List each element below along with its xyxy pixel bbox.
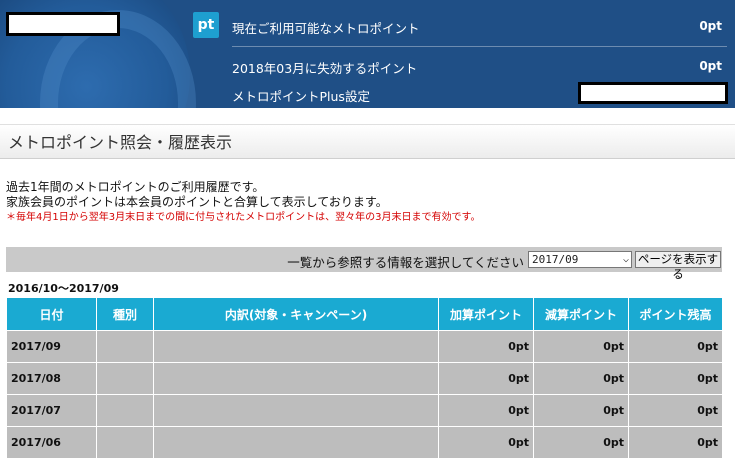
- column-header-date: 日付: [6, 297, 97, 331]
- table-row: 2017/09 0pt 0pt 0pt: [6, 330, 723, 363]
- available-points-value: 0pt: [699, 19, 722, 33]
- cell-date: 2017/08: [6, 362, 97, 395]
- account-header: pt 現在ご利用可能なメトロポイント 0pt 2018年03月に失効するポイント…: [0, 0, 735, 108]
- table-header-row: 日付 種別 内訳(対象・キャンペーン) 加算ポイント 減算ポイント ポイント残高: [6, 297, 723, 331]
- period-selector-label: 一覧から参照する情報を選択してください: [287, 255, 524, 270]
- description-line: 家族会員のポイントは本会員のポイントと合算して表示しております。: [6, 195, 388, 209]
- cell-subtracted: 0pt: [533, 362, 629, 395]
- points-icon: pt: [193, 12, 219, 38]
- cell-detail: [153, 330, 439, 363]
- cell-type: [96, 426, 154, 459]
- cell-subtracted: 0pt: [533, 394, 629, 427]
- cell-added: 0pt: [438, 330, 534, 363]
- points-history-table: 日付 種別 内訳(対象・キャンペーン) 加算ポイント 減算ポイント ポイント残高…: [6, 297, 723, 459]
- period-selector-bar: 一覧から参照する情報を選択してください 2017/09 ⌵ ページを表示する: [6, 247, 722, 281]
- column-header-detail: 内訳(対象・キャンペーン): [153, 297, 439, 331]
- table-row: 2017/07 0pt 0pt 0pt: [6, 394, 723, 427]
- chevron-down-icon: ⌵: [622, 254, 629, 265]
- cell-balance: 0pt: [628, 362, 723, 395]
- cell-balance: 0pt: [628, 394, 723, 427]
- expiring-points-value: 0pt: [699, 59, 722, 73]
- table-row: 2017/06 0pt 0pt 0pt: [6, 426, 723, 459]
- cell-type: [96, 362, 154, 395]
- cell-added: 0pt: [438, 362, 534, 395]
- table-row: 2017/08 0pt 0pt 0pt: [6, 362, 723, 395]
- cell-type: [96, 394, 154, 427]
- period-select[interactable]: 2017/09 ⌵: [528, 251, 632, 268]
- cell-balance: 0pt: [628, 330, 723, 363]
- column-header-subtracted: 減算ポイント: [533, 297, 629, 331]
- date-range: 2016/10～2017/09: [8, 282, 119, 295]
- period-select-value: 2017/09: [532, 253, 579, 266]
- redacted-plus-setting: [578, 82, 728, 104]
- cell-detail: [153, 362, 439, 395]
- description-line: 過去1年間のメトロポイントのご利用履歴です。: [6, 180, 265, 194]
- cell-added: 0pt: [438, 426, 534, 459]
- cell-date: 2017/09: [6, 330, 97, 363]
- show-page-button[interactable]: ページを表示する: [635, 251, 721, 281]
- cell-date: 2017/07: [6, 394, 97, 427]
- redacted-user-name: [6, 12, 120, 36]
- column-header-added: 加算ポイント: [438, 297, 534, 331]
- page-title: メトロポイント照会・履歴表示: [0, 124, 735, 159]
- header-divider: [232, 46, 727, 47]
- available-points-label: 現在ご利用可能なメトロポイント: [232, 21, 420, 36]
- cell-added: 0pt: [438, 394, 534, 427]
- cell-balance: 0pt: [628, 426, 723, 459]
- cell-detail: [153, 426, 439, 459]
- cell-date: 2017/06: [6, 426, 97, 459]
- cell-detail: [153, 394, 439, 427]
- cell-type: [96, 330, 154, 363]
- metro-point-plus-setting-label: メトロポイントPlus設定: [232, 89, 370, 104]
- cell-subtracted: 0pt: [533, 426, 629, 459]
- column-header-balance: ポイント残高: [628, 297, 723, 331]
- description: 過去1年間のメトロポイントのご利用履歴です。 家族会員のポイントは本会員のポイン…: [6, 180, 480, 225]
- column-header-type: 種別: [96, 297, 154, 331]
- cell-subtracted: 0pt: [533, 330, 629, 363]
- expiring-points-label: 2018年03月に失効するポイント: [232, 61, 418, 76]
- validity-note: ＊毎年4月1日から翌年3月末日までの間に付与されたメトロポイントは、翌々年の3月…: [6, 212, 481, 223]
